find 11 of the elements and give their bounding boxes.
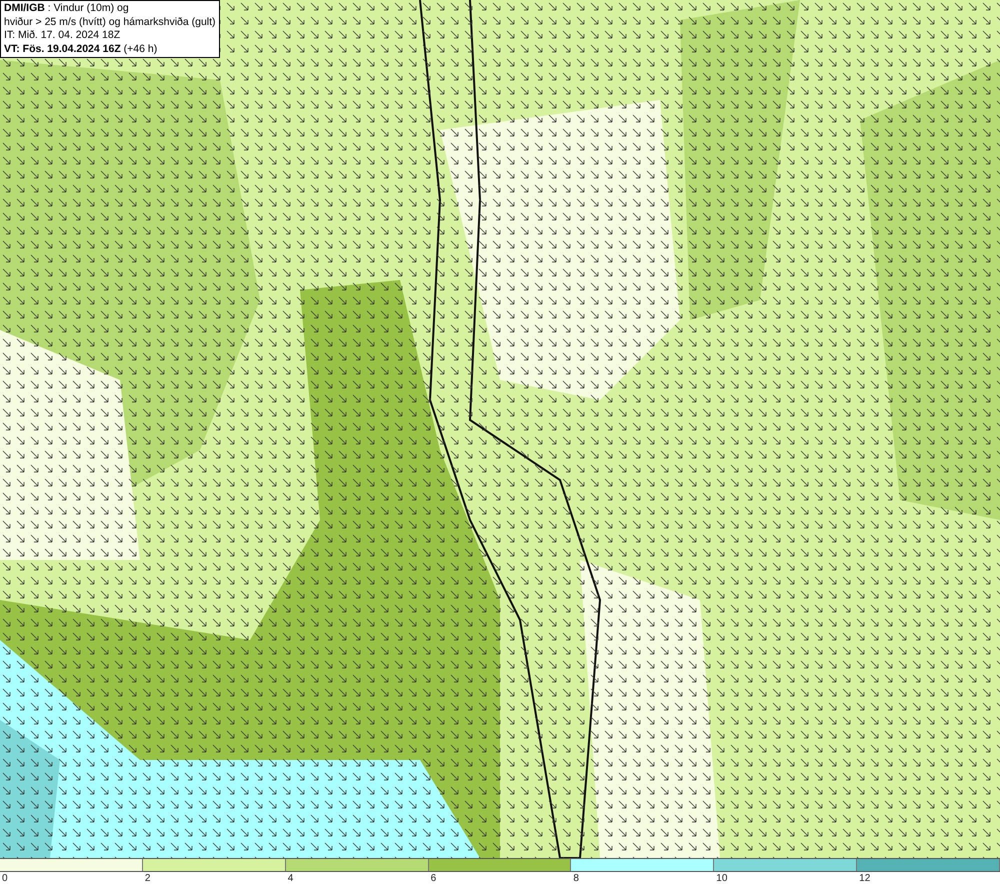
title-line: VT: Fös. 19.04.2024 16Z (+46 h) bbox=[4, 42, 158, 56]
legend-tick-label: 4 bbox=[288, 872, 294, 886]
title-line: hviður > 25 m/s (hvítt) og hámarkshviða (gult) bbox=[4, 16, 216, 29]
legend-tick-label: 12 bbox=[859, 872, 870, 886]
legend-tick-label: 2 bbox=[144, 872, 150, 886]
legend-tick-label: 0 bbox=[2, 872, 8, 886]
title-line: IT: Mið. 17. 04. 2024 18Z bbox=[4, 29, 122, 42]
legend-tick-label: 6 bbox=[430, 872, 436, 886]
legend-tick-label: 8 bbox=[573, 872, 579, 886]
title-line: DMI/IGB : Vindur (10m) og bbox=[4, 2, 130, 16]
legend-tick-label: 10 bbox=[716, 872, 728, 886]
